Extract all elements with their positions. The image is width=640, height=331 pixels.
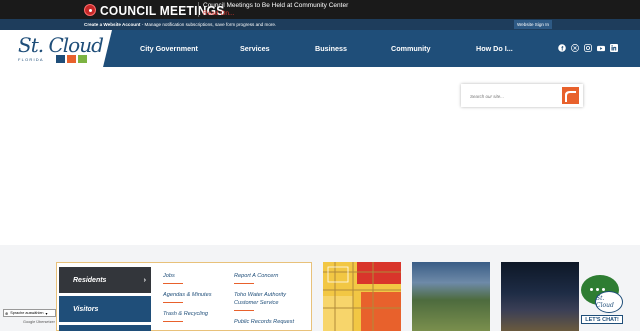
link-public-records[interactable]: Public Records Request (234, 319, 294, 325)
tab-residents[interactable]: Residents › (59, 267, 151, 293)
language-select-label: Sprache auswählen (10, 311, 44, 315)
account-bar: Create a Website Account - Manage notifi… (0, 19, 640, 30)
tab-visitors-label: Visitors (73, 305, 99, 313)
create-account-desc: - Manage notification subscriptions, sav… (140, 22, 277, 27)
x-icon[interactable] (571, 44, 579, 52)
instagram-icon[interactable] (584, 44, 592, 52)
account-bar-text: Create a Website Account - Manage notifi… (84, 22, 276, 27)
logo-square-blue (56, 55, 65, 63)
alert-read-more-link[interactable]: Read On... (203, 10, 348, 18)
link-jobs[interactable]: Jobs (163, 273, 175, 279)
logo-script[interactable]: St. Cloud (18, 33, 104, 57)
link-agendas-minutes[interactable]: Agendas & Minutes (163, 292, 212, 298)
chat-logo[interactable]: St. Cloud (595, 291, 623, 313)
link-underline (163, 302, 183, 303)
logo-state: FLORIDA (18, 57, 44, 62)
chevron-down-icon: ▾ (45, 311, 48, 316)
sign-in-button[interactable]: Website Sign In (514, 20, 553, 29)
nav-how-do-i[interactable]: How Do I... (476, 44, 513, 53)
google-translate-credit: Google Übersetzer (23, 320, 55, 324)
tab-residents-label: Residents (73, 276, 107, 284)
search-icon (565, 91, 576, 102)
link-toho-water[interactable]: Toho Water Authority Customer Service (234, 292, 304, 307)
alert-message[interactable]: Council Meetings to Be Held at Community… (203, 2, 348, 18)
nav-city-government[interactable]: City Government (140, 44, 198, 53)
globe-icon: ⊕ (5, 311, 9, 316)
logo-square-orange (67, 55, 76, 63)
alert-bar: COUNCIL MEETINGS Council Meetings to Be … (0, 0, 640, 19)
language-select[interactable]: ⊕ Sprache auswählen ▾ (3, 309, 56, 317)
alert-message-text[interactable]: Council Meetings to Be Held at Community… (203, 2, 348, 9)
alert-icon (84, 4, 96, 16)
link-underline (163, 321, 183, 322)
youtube-icon[interactable] (597, 44, 605, 52)
link-underline (234, 310, 254, 311)
nav-services[interactable]: Services (240, 44, 270, 53)
city-night-photo-tile[interactable] (501, 262, 579, 331)
create-account-link[interactable]: Create a Website Account (84, 22, 140, 27)
link-underline (163, 283, 183, 284)
search-box (461, 84, 583, 107)
map-tile[interactable] (323, 262, 401, 331)
nav-business[interactable]: Business (315, 44, 347, 53)
link-report-concern[interactable]: Report A Concern (234, 273, 278, 279)
park-photo-tile[interactable] (412, 262, 490, 331)
link-underline (234, 283, 254, 284)
google-translate-text: Google Übersetzer (23, 320, 55, 324)
nav-community[interactable]: Community (391, 44, 431, 53)
search-input[interactable] (470, 92, 560, 100)
facebook-icon[interactable]: f (558, 44, 566, 52)
chevron-right-icon: › (143, 276, 146, 284)
chat-button[interactable]: LET'S CHAT! (581, 315, 623, 324)
search-button[interactable] (562, 87, 579, 104)
logo-square-green (78, 55, 87, 63)
tab-next[interactable] (59, 325, 151, 331)
tab-visitors[interactable]: Visitors (59, 296, 151, 322)
link-trash-recycling[interactable]: Trash & Recycling (163, 311, 208, 317)
linkedin-icon[interactable] (610, 44, 618, 52)
chat-dots-icon (590, 288, 605, 291)
alert-divider (198, 2, 199, 17)
